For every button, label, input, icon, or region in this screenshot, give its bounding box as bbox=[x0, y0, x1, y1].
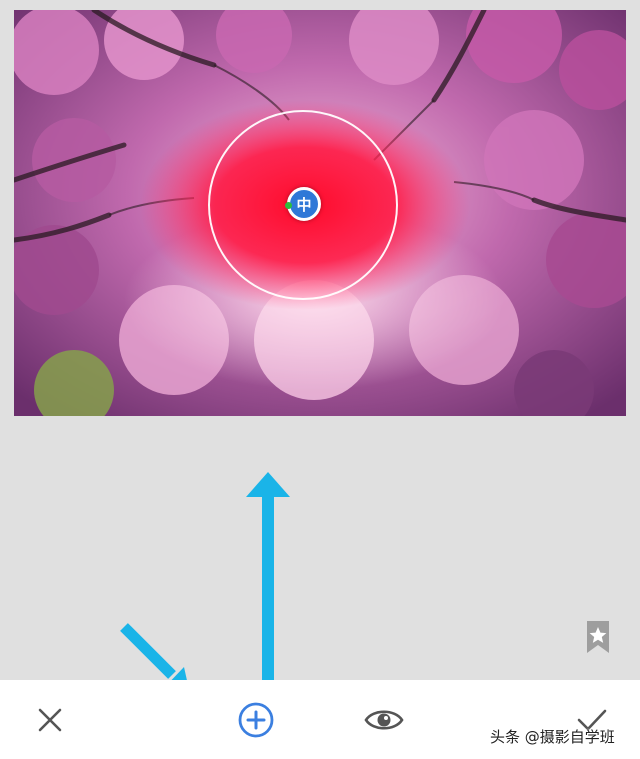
control-point-label: 中 bbox=[296, 195, 312, 214]
eye-icon bbox=[364, 710, 404, 730]
cancel-button[interactable] bbox=[30, 700, 70, 740]
bottom-toolbar: 头条 @摄影自学班 bbox=[0, 680, 640, 759]
add-control-point-button[interactable] bbox=[236, 700, 276, 740]
close-icon bbox=[38, 708, 62, 732]
add-circle-icon bbox=[238, 702, 274, 738]
styles-bookmark-button[interactable] bbox=[584, 620, 612, 654]
bookmark-star-icon bbox=[587, 621, 609, 653]
control-point-handle[interactable] bbox=[285, 202, 292, 209]
photo-cherry-blossoms[interactable] bbox=[14, 10, 626, 416]
preview-button[interactable] bbox=[364, 700, 404, 740]
photo-image bbox=[14, 10, 626, 416]
editor-canvas: 中 bbox=[0, 0, 640, 680]
control-point-marker[interactable]: 中 bbox=[285, 187, 321, 221]
watermark-text: 头条 @摄影自学班 bbox=[490, 728, 615, 746]
